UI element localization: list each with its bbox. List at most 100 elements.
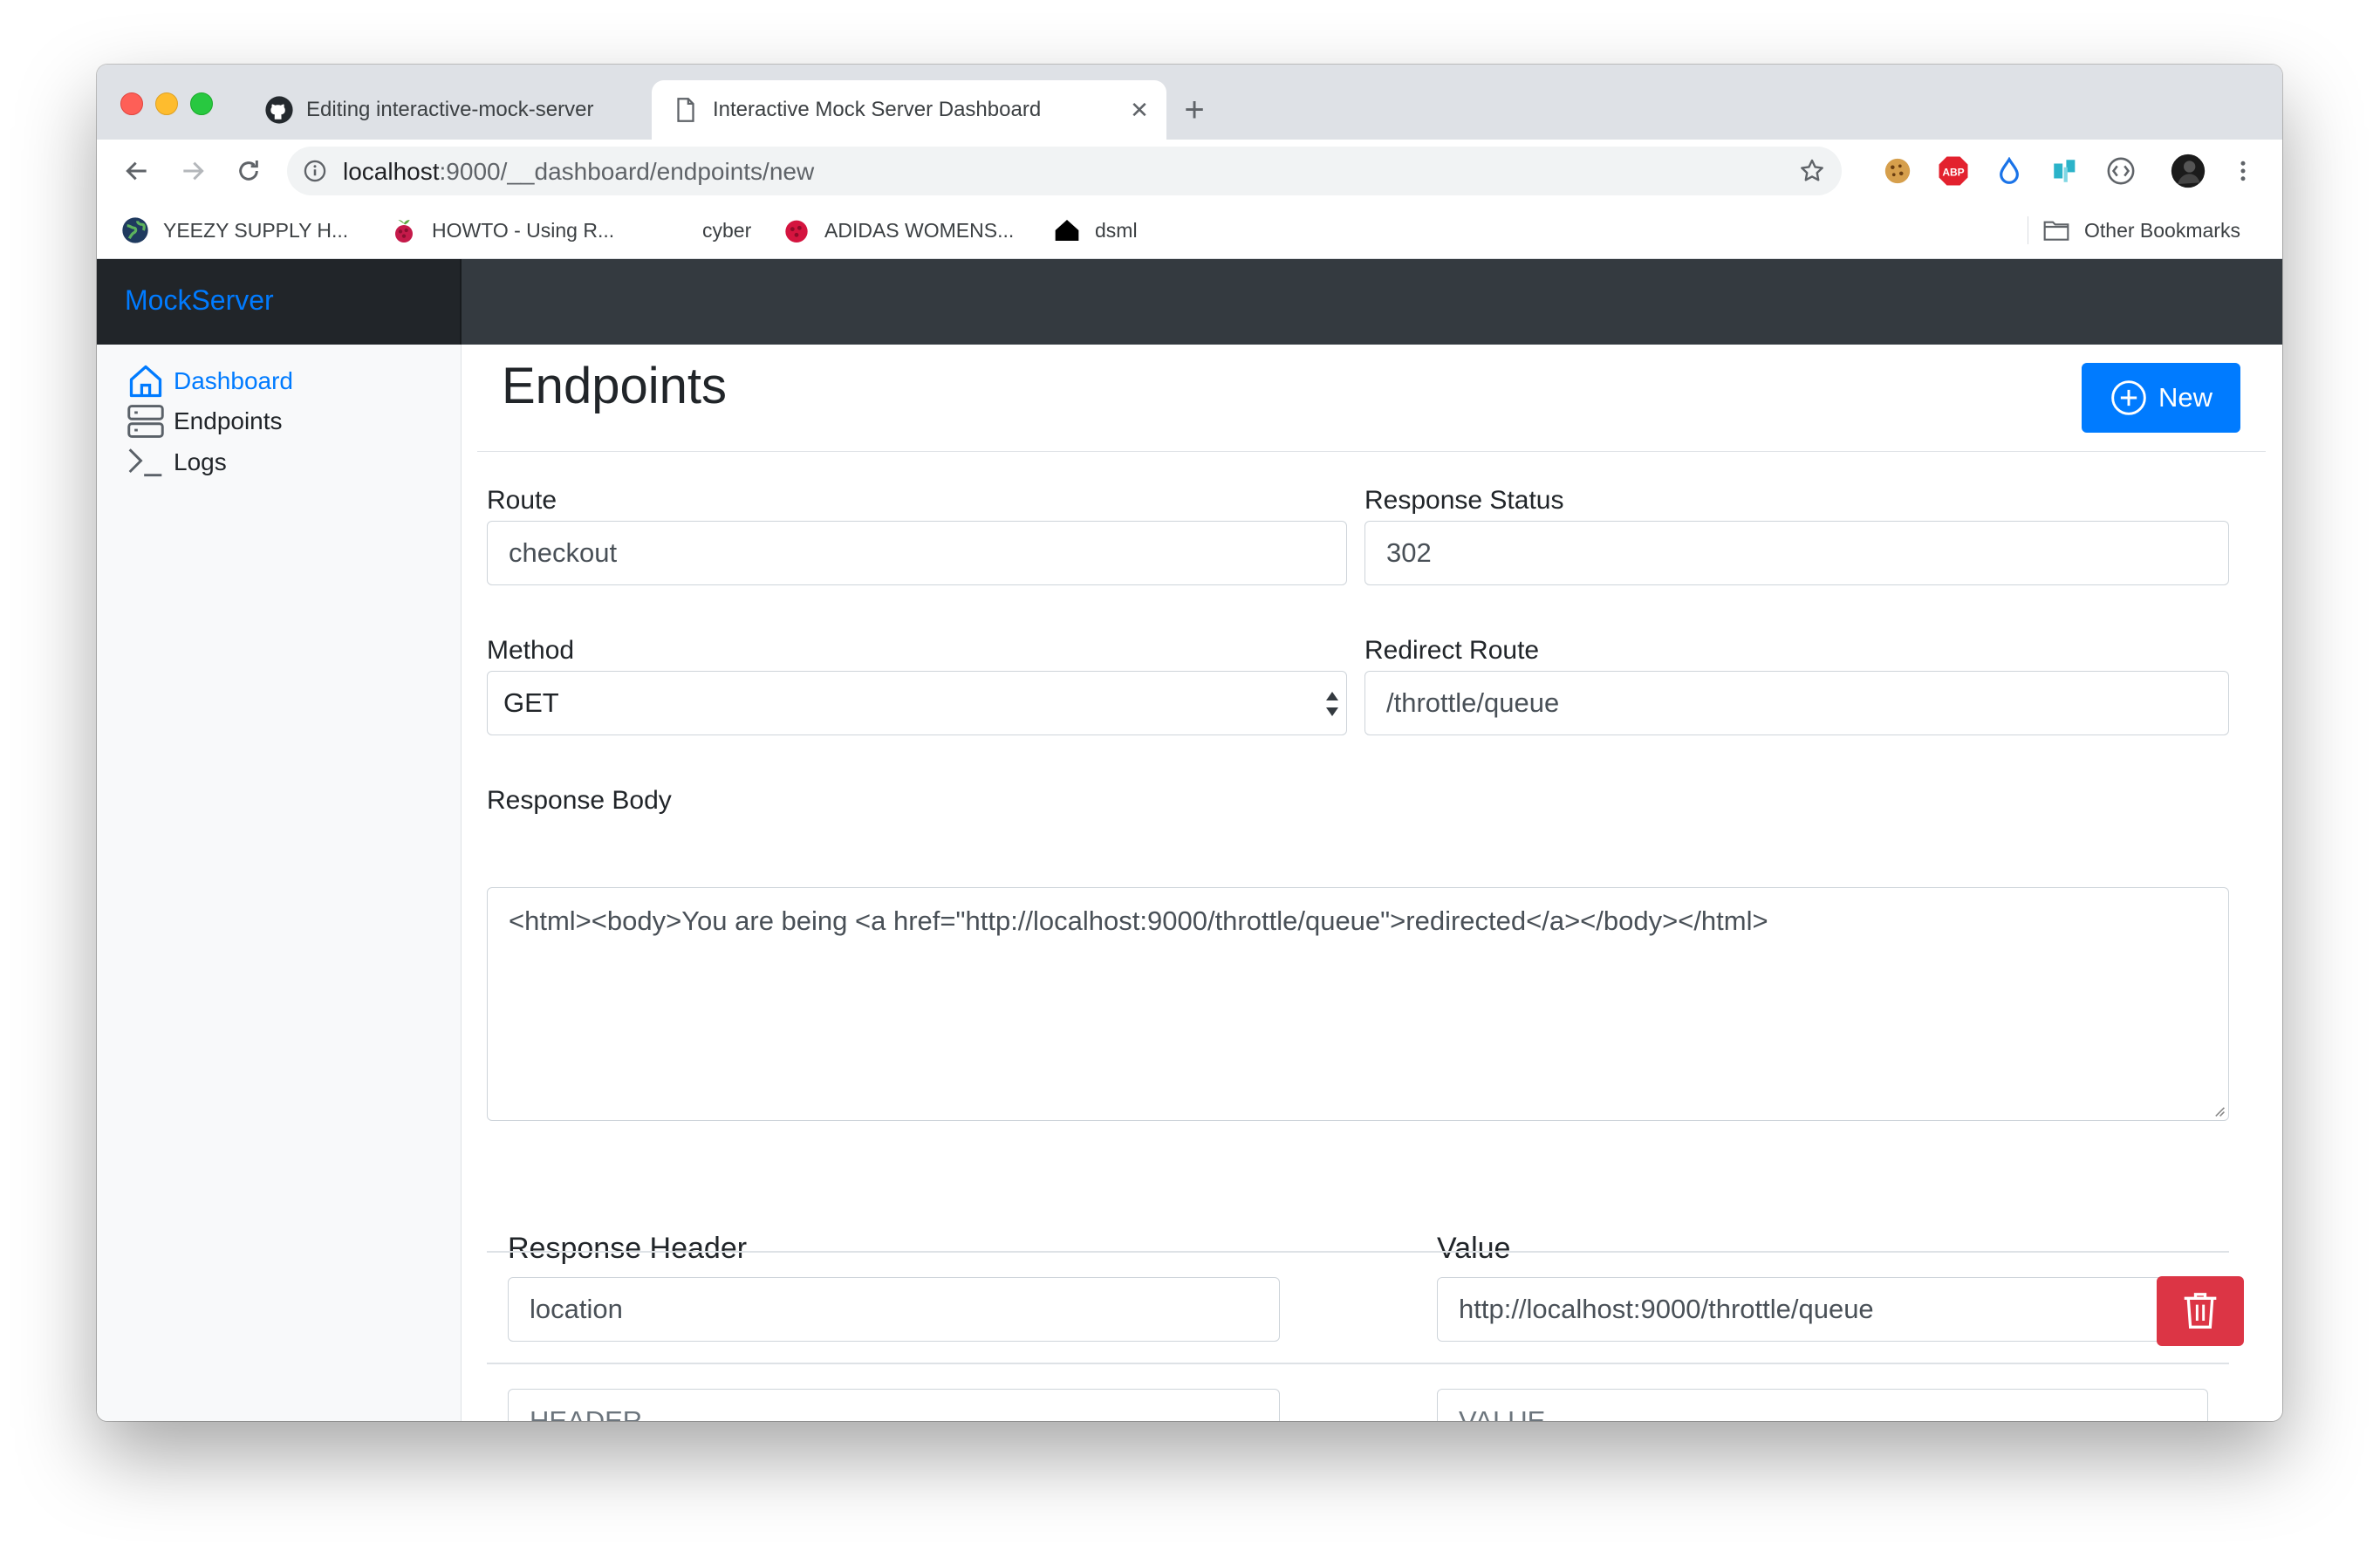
info-icon[interactable]	[303, 159, 327, 183]
drop-icon	[2000, 157, 2019, 184]
title-divider	[477, 451, 2266, 452]
redirect-route-input[interactable]: /throttle/queue	[1364, 671, 2229, 735]
menu-button[interactable]	[2226, 154, 2260, 188]
response-header-column-title: Response Header	[508, 1232, 748, 1265]
back-arrow-icon	[126, 161, 147, 181]
sidebar-item-label: Endpoints	[174, 407, 283, 434]
sidebar-item-logs[interactable]: Logs	[127, 441, 227, 483]
raspberry-icon	[395, 220, 413, 243]
url-path: :9000/__dashboard/endpoints/new	[439, 158, 815, 185]
route-input[interactable]: checkout	[487, 521, 1347, 585]
response-status-label: Response Status	[1364, 486, 1564, 515]
bookmark-howto[interactable]: HOWTO - Using R...	[390, 215, 614, 246]
bookmark-label: HOWTO - Using R...	[432, 218, 615, 242]
table-row-divider	[487, 1363, 2229, 1364]
response-body-textarea[interactable]: <html><body>You are being <a href="http:…	[487, 887, 2229, 1121]
folder-icon	[2043, 221, 2069, 241]
browser-toolbar: localhost:9000/__dashboard/endpoints/new…	[97, 140, 2282, 202]
delete-header-button[interactable]	[2157, 1276, 2244, 1346]
sidebar: Dashboard Endpoints Logs	[97, 345, 462, 1421]
resize-grip-icon[interactable]	[2212, 1103, 2226, 1117]
header-value-input[interactable]: http://localhost:9000/throttle/queue	[1437, 1277, 2208, 1342]
response-body-text: <html><body>You are being <a href="http:…	[509, 905, 1768, 936]
method-label: Method	[487, 636, 575, 665]
redirect-route-label: Redirect Route	[1364, 636, 1540, 665]
bookmarks-bar: YEEZY SUPPLY H... HOWTO - Using R... cyb…	[97, 202, 2282, 259]
sidebar-item-label: Logs	[174, 448, 227, 475]
reload-icon	[239, 161, 258, 181]
response-body-label: Response Body	[487, 786, 672, 815]
terminal-icon	[128, 448, 162, 477]
maximize-window-button[interactable]	[190, 92, 213, 115]
teal-extension[interactable]	[2048, 154, 2082, 188]
raspberry-red-icon	[785, 220, 808, 243]
bookmark-label: cyber	[702, 218, 752, 242]
sidebar-item-label: Dashboard	[174, 367, 293, 394]
house-icon	[1055, 220, 1079, 241]
forward-button[interactable]	[174, 152, 212, 190]
table-header-divider	[487, 1251, 2229, 1253]
method-select[interactable]: GET	[487, 671, 1347, 735]
globe-icon	[122, 217, 148, 243]
forward-arrow-icon	[183, 161, 204, 181]
app-navbar: MockServer	[97, 259, 2282, 345]
brand-link[interactable]: MockServer	[125, 284, 274, 317]
close-tab-icon[interactable]: ✕	[1125, 95, 1154, 125]
sidebar-item-endpoints[interactable]: Endpoints	[127, 400, 283, 442]
new-button-label: New	[2158, 382, 2212, 413]
profile-button[interactable]	[2171, 154, 2206, 188]
github-icon	[265, 96, 293, 124]
adblock-icon: ABP	[1939, 156, 1968, 186]
adblock-extension[interactable]: ABP	[1936, 154, 1971, 188]
tab-title: Interactive Mock Server Dashboard	[713, 98, 1042, 121]
new-tab-button[interactable]: +	[1175, 91, 1214, 129]
bookmark-adidas[interactable]: ADIDAS WOMENS...	[783, 215, 1014, 246]
sidebar-item-dashboard[interactable]: Dashboard	[127, 360, 293, 402]
other-bookmarks-label: Other Bookmarks	[2084, 218, 2240, 242]
plus-circle-icon	[2111, 380, 2146, 415]
code-icon	[2107, 157, 2135, 185]
new-header-value-input[interactable]: VALUE	[1437, 1389, 2208, 1421]
address-bar[interactable]: localhost:9000/__dashboard/endpoints/new	[287, 147, 1842, 195]
close-window-button[interactable]	[120, 92, 143, 115]
url-host: localhost	[343, 158, 440, 185]
svg-text:ABP: ABP	[1942, 166, 1964, 178]
ext-icon	[2054, 160, 2076, 182]
more-icon	[2240, 161, 2246, 181]
new-endpoint-button[interactable]: New	[2082, 363, 2240, 433]
reload-button[interactable]	[229, 152, 268, 190]
tab-strip: Editing interactive-mock-server ✕ Intera…	[97, 65, 2282, 140]
new-header-name-input[interactable]: HEADER	[508, 1389, 1280, 1421]
back-button[interactable]	[118, 152, 156, 190]
bookmark-label: dsml	[1095, 218, 1138, 242]
trash-icon	[2184, 1293, 2217, 1329]
bookmark-label: ADIDAS WOMENS...	[824, 218, 1015, 242]
value-column-title: Value	[1437, 1232, 1511, 1265]
browser-window: Editing interactive-mock-server ✕ Intera…	[97, 65, 2282, 1421]
response-status-input[interactable]: 302	[1364, 521, 2229, 585]
minimize-window-button[interactable]	[155, 92, 178, 115]
tab-dashboard[interactable]: Interactive Mock Server Dashboard ✕	[652, 80, 1166, 140]
star-icon[interactable]	[1798, 157, 1826, 185]
bookmark-label: YEEZY SUPPLY H...	[163, 218, 349, 242]
other-bookmarks[interactable]: Other Bookmarks	[2042, 215, 2240, 246]
method-selected-value: GET	[503, 687, 559, 718]
home-icon	[129, 365, 162, 398]
header-name-input[interactable]: location	[508, 1277, 1280, 1342]
server-icon	[127, 405, 164, 438]
page-title: Endpoints	[502, 358, 727, 414]
profile-avatar	[2171, 154, 2206, 188]
code-extension[interactable]	[2103, 154, 2138, 188]
brand-container: MockServer	[97, 259, 462, 345]
cookie-extension[interactable]	[1880, 154, 1915, 188]
drop-extension[interactable]	[1992, 154, 2027, 188]
route-label: Route	[487, 486, 557, 515]
bookmark-dsml[interactable]: dsml	[1053, 215, 1138, 246]
tab-title: Editing interactive-mock-server	[306, 98, 594, 121]
bookmark-yeezy[interactable]: YEEZY SUPPLY H...	[121, 215, 348, 246]
select-arrows-icon	[1326, 692, 1338, 716]
bookmark-cyber[interactable]: cyber	[702, 215, 751, 246]
cookie-icon	[1884, 158, 1911, 184]
main-content: Endpoints New Route checkout Response St…	[462, 345, 2282, 1421]
page-icon	[677, 98, 694, 122]
